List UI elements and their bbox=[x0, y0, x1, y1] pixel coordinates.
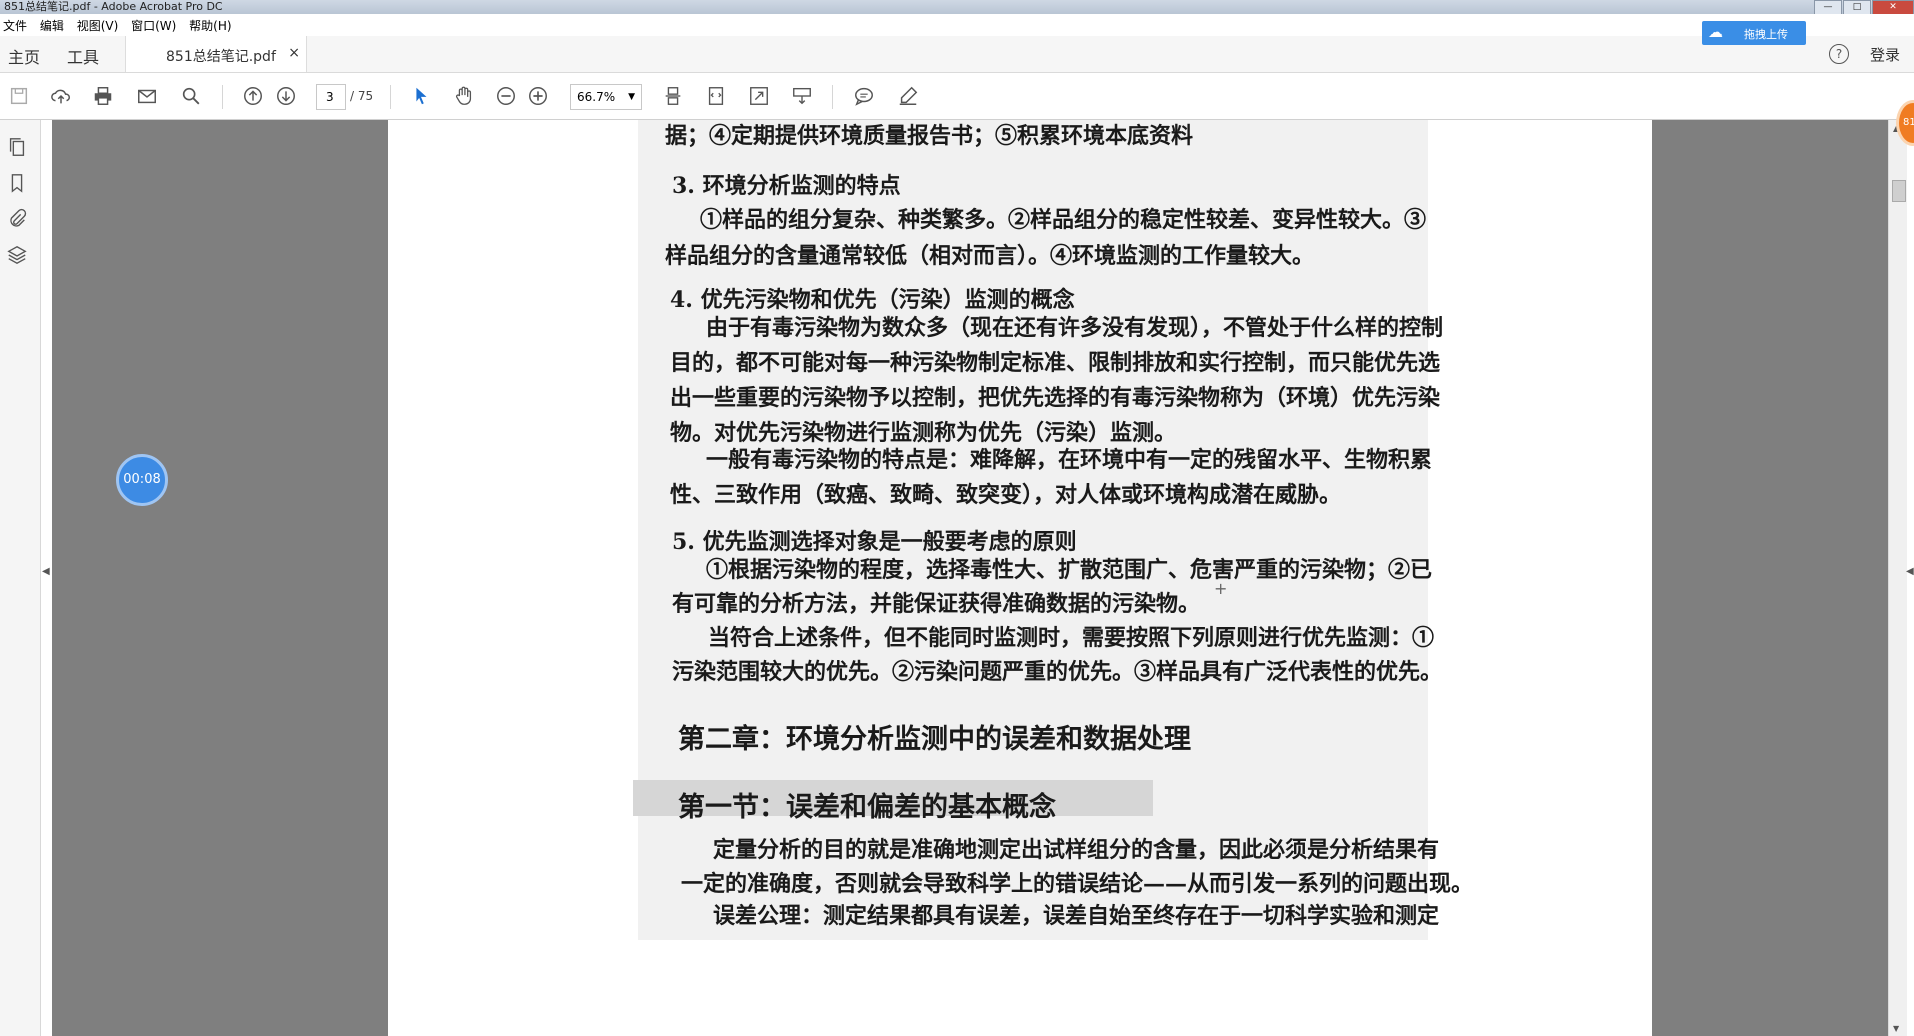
help-icon[interactable]: ? bbox=[1829, 44, 1849, 64]
page-total: / 75 bbox=[350, 89, 374, 103]
window-title: 851总结笔记.pdf - Adobe Acrobat Pro DC bbox=[4, 0, 223, 13]
doc-line: ①样品的组分复杂、种类繁多。②样品组分的稳定性较差、变异性较大。③ bbox=[700, 207, 1427, 233]
fit-page-icon[interactable] bbox=[703, 83, 729, 109]
crosshair-cursor-icon: + bbox=[1214, 579, 1228, 598]
subsection-heading: 第一节：误差和偏差的基本概念 bbox=[678, 792, 1056, 823]
close-tab-button[interactable]: × bbox=[288, 45, 300, 61]
scroll-down-icon[interactable]: ▼ bbox=[1893, 1024, 1899, 1033]
tab-document[interactable]: 851总结笔记.pdf × bbox=[125, 36, 307, 72]
collapse-left-panel-icon[interactable]: ◀ bbox=[42, 566, 50, 577]
doc-line: 目的，都不可能对每一种污染物制定标准、限制排放和实行控制，而只能优先选 bbox=[670, 350, 1441, 376]
window-controls: — □ ✕ bbox=[1813, 0, 1914, 15]
doc-line: 误差公理：测定结果都具有误差，误差自始至终存在于一切科学实验和测定 bbox=[713, 903, 1440, 929]
menu-help[interactable]: 帮助(H) bbox=[188, 14, 237, 34]
toolbar-divider bbox=[390, 85, 391, 109]
attachment-icon[interactable] bbox=[6, 208, 28, 230]
tab-tools[interactable]: 工具 bbox=[67, 44, 99, 68]
scrollbar-thumb[interactable] bbox=[1892, 180, 1906, 202]
full-screen-icon[interactable] bbox=[746, 83, 772, 109]
menu-edit[interactable]: 编辑 bbox=[39, 14, 70, 34]
toolbar-divider bbox=[222, 85, 223, 109]
collapse-right-panel-icon[interactable]: ◀ bbox=[1906, 566, 1914, 577]
menu-bar: 文件 编辑 视图(V) 窗口(W) 帮助(H) bbox=[0, 14, 1914, 36]
maximize-button[interactable]: □ bbox=[1843, 0, 1871, 15]
toolbar-divider bbox=[832, 85, 833, 109]
doc-line: 据；④定期提供环境质量报告书；⑤积累环境本底资料 bbox=[665, 123, 1194, 149]
menu-window[interactable]: 窗口(W) bbox=[130, 14, 182, 34]
doc-line: 性、三致作用（致癌、致畸、致突变），对人体或环境构成潜在威胁。 bbox=[670, 482, 1342, 508]
left-navigation-panel bbox=[0, 120, 41, 1036]
bookmark-icon[interactable] bbox=[6, 172, 28, 194]
doc-line: 污染范围较大的优先。②污染问题严重的优先。③样品具有广泛代表性的优先。 bbox=[672, 659, 1443, 685]
window-titlebar: 851总结笔记.pdf - Adobe Acrobat Pro DC — □ ✕ bbox=[0, 0, 1914, 15]
page-number-input[interactable]: 3 bbox=[316, 84, 346, 110]
doc-line: 样品组分的含量通常较低（相对而言）。④环境监测的工作量较大。 bbox=[665, 243, 1315, 269]
login-link[interactable]: 登录 bbox=[1870, 44, 1900, 65]
document-viewport: 据；④定期提供环境质量报告书；⑤积累环境本底资料 3. 环境分析监测的特点 ①样… bbox=[52, 120, 1888, 1036]
tab-document-label: 851总结笔记.pdf bbox=[166, 49, 276, 65]
print-icon[interactable] bbox=[90, 83, 116, 109]
scroll-mode-icon[interactable] bbox=[660, 83, 686, 109]
read-mode-icon[interactable] bbox=[789, 83, 815, 109]
zoom-in-icon[interactable] bbox=[525, 83, 551, 109]
select-cursor-icon[interactable] bbox=[408, 83, 434, 109]
cloud-upload-icon[interactable] bbox=[48, 83, 74, 109]
doc-line: 一般有毒污染物的特点是：难降解，在环境中有一定的残留水平、生物积累 bbox=[706, 447, 1433, 473]
vertical-scrollbar[interactable]: ▲ ▼ bbox=[1888, 120, 1907, 1036]
tab-bar: 主页 工具 851总结笔记.pdf × bbox=[0, 36, 1914, 73]
doc-line: 由于有毒污染物为数众多（现在还有许多没有发现），不管处于什么样的控制 bbox=[706, 315, 1444, 341]
previous-page-icon[interactable] bbox=[240, 83, 266, 109]
close-window-button[interactable]: ✕ bbox=[1872, 0, 1914, 15]
search-icon[interactable] bbox=[178, 83, 204, 109]
doc-line: 出一些重要的污染物予以控制，把优先选择的有毒污染物称为（环境）优先污染 bbox=[670, 385, 1441, 411]
email-icon[interactable] bbox=[134, 83, 160, 109]
zoom-value: 66.7% bbox=[577, 90, 616, 104]
minimize-button[interactable]: — bbox=[1814, 0, 1842, 15]
doc-line: 一定的准确度，否则就会导致科学上的错误结论——从而引发一系列的问题出现。 bbox=[681, 871, 1474, 897]
section-heading: 3. 环境分析监测的特点 bbox=[672, 173, 901, 199]
zoom-select[interactable]: 66.7% ▼ bbox=[570, 84, 642, 110]
cloud-icon: ☁ bbox=[1708, 23, 1723, 41]
doc-line: 有可靠的分析方法，并能保证获得准确数据的污染物。 bbox=[672, 591, 1201, 617]
upload-button[interactable]: ☁ 拖拽上传 bbox=[1702, 21, 1806, 45]
layers-icon[interactable] bbox=[6, 244, 28, 266]
pdf-page: 据；④定期提供环境质量报告书；⑤积累环境本底资料 3. 环境分析监测的特点 ①样… bbox=[388, 120, 1652, 1036]
upload-label: 拖拽上传 bbox=[1744, 28, 1788, 41]
doc-line: 当符合上述条件，但不能同时监测时，需要按照下列原则进行优先监测：① bbox=[708, 625, 1435, 651]
toolbar: 3 / 75 66.7% ▼ bbox=[0, 73, 1914, 120]
menu-view[interactable]: 视图(V) bbox=[76, 14, 125, 34]
next-page-icon[interactable] bbox=[273, 83, 299, 109]
comment-icon[interactable] bbox=[851, 83, 877, 109]
doc-line: 定量分析的目的就是准确地测定出试样组分的含量，因此必须是分析结果有 bbox=[713, 837, 1440, 863]
recording-timer[interactable]: 00:08 bbox=[116, 454, 168, 506]
page-thumbnails-icon[interactable] bbox=[6, 136, 28, 158]
hand-tool-icon[interactable] bbox=[451, 83, 477, 109]
highlight-pen-icon[interactable] bbox=[895, 83, 921, 109]
zoom-out-icon[interactable] bbox=[493, 83, 519, 109]
menu-file[interactable]: 文件 bbox=[2, 14, 33, 34]
chevron-down-icon: ▼ bbox=[628, 92, 635, 102]
chapter-heading: 第二章：环境分析监测中的误差和数据处理 bbox=[678, 724, 1191, 755]
doc-line: ①根据污染物的程度，选择毒性大、扩散范围广、危害严重的污染物；②已 bbox=[706, 557, 1433, 583]
tab-home[interactable]: 主页 bbox=[8, 44, 40, 68]
save-icon[interactable] bbox=[6, 83, 32, 109]
